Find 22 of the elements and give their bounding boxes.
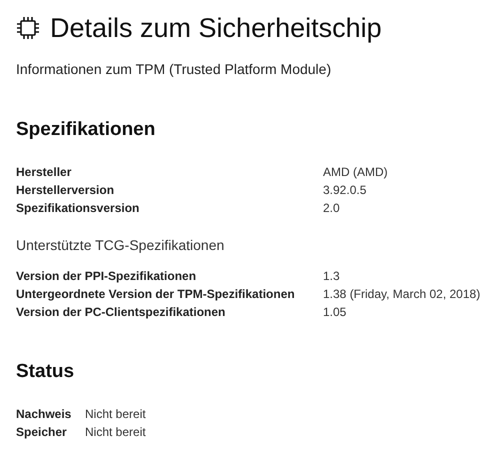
property-label: Untergeordnete Version der TPM-Spezifikationen	[16, 286, 296, 303]
property-value: 3.92.0.5	[323, 182, 368, 199]
property-value: 2.0	[323, 200, 341, 217]
property-label: Hersteller	[16, 164, 72, 181]
property-value: 1.38 (Friday, March 02, 2018)	[323, 286, 482, 303]
page-title: Details zum Sicherheitschip	[50, 12, 382, 45]
property-label: Spezifikationsversion	[16, 200, 140, 217]
property-value: 1.05	[323, 304, 348, 321]
property-label: Version der PC-Clientspezifikationen	[16, 304, 226, 321]
property-value: 1.3	[323, 268, 341, 285]
property-label: Speicher	[16, 424, 68, 441]
chip-icon	[16, 16, 40, 40]
property-value: AMD (AMD)	[323, 164, 389, 181]
property-label: Version der PPI-Spezifikationen	[16, 268, 198, 285]
page-subtitle: Informationen zum TPM (Trusted Platform Module)	[16, 61, 332, 77]
subsection-heading: Unterstützte TCG-Spezifikationen	[16, 237, 226, 253]
section-heading: Spezifikationen	[16, 119, 156, 141]
property-label: Nachweis	[16, 406, 72, 423]
property-value: Nicht bereit	[85, 406, 147, 423]
section-heading: Status	[16, 361, 76, 383]
property-value: Nicht bereit	[85, 424, 147, 441]
property-label: Herstellerversion	[16, 182, 116, 199]
